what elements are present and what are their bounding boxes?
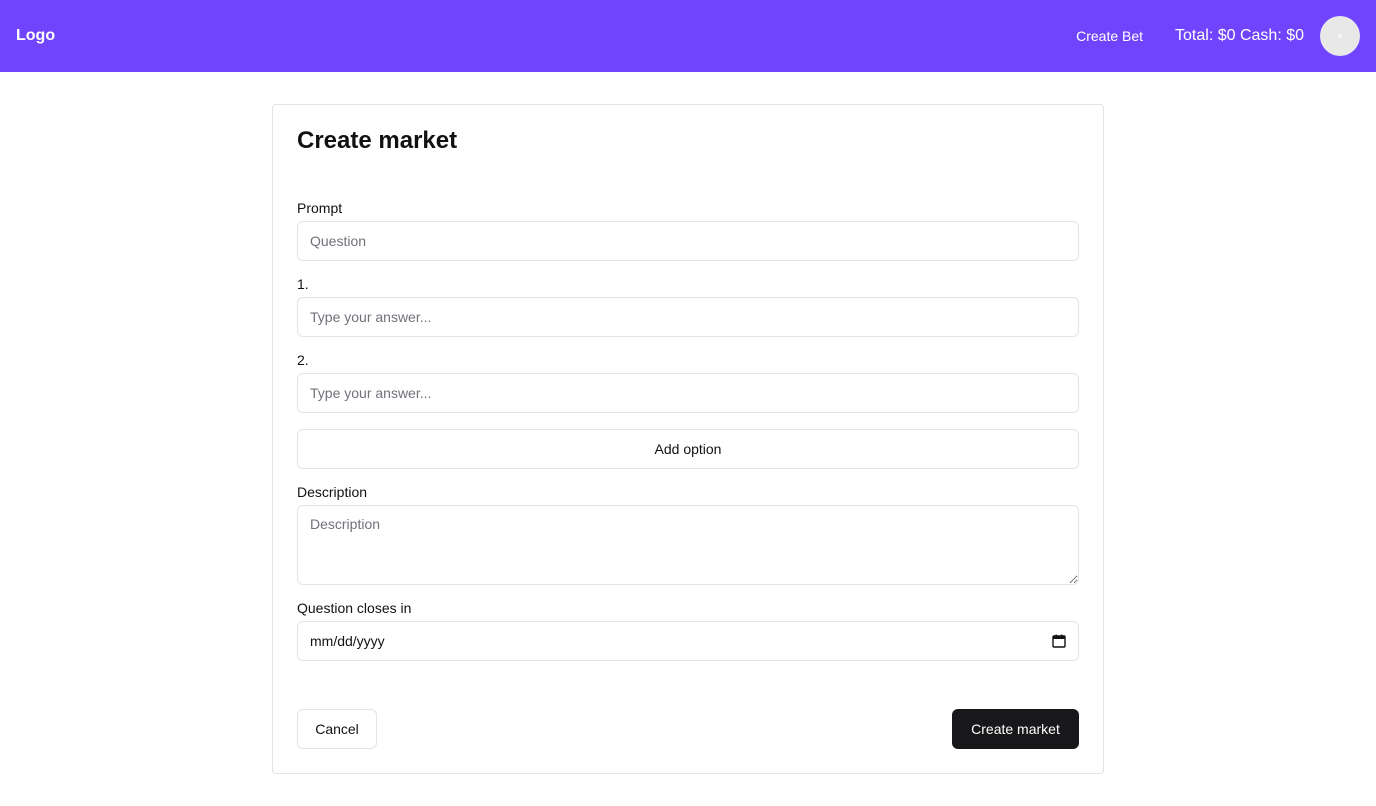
calendar-icon[interactable]: [1052, 634, 1066, 648]
description-label: Description: [297, 484, 368, 500]
prompt-label: Prompt: [297, 200, 343, 216]
option-2-input[interactable]: [297, 373, 1079, 413]
option-1-label: 1.: [297, 276, 309, 292]
top-navbar: Logo Create Bet Total: $0 Cash: $0: [0, 0, 1376, 72]
create-bet-link[interactable]: Create Bet: [1076, 28, 1143, 44]
cancel-button[interactable]: Cancel: [297, 709, 377, 749]
create-market-button[interactable]: Create market: [952, 709, 1079, 749]
avatar-button[interactable]: [1320, 16, 1360, 56]
create-market-card: Create market Prompt 1. 2. Add option De…: [272, 104, 1104, 774]
description-textarea[interactable]: [297, 505, 1079, 585]
closes-in-label: Question closes in: [297, 600, 412, 616]
add-option-button[interactable]: Add option: [297, 429, 1079, 469]
navbar-right-group: Create Bet Total: $0 Cash: $0: [1076, 16, 1360, 56]
logo-link[interactable]: Logo: [16, 27, 55, 45]
option-1-input[interactable]: [297, 297, 1079, 337]
page-title: Create market: [297, 127, 458, 154]
user-avatar-icon: [1338, 34, 1342, 38]
balance-display: Total: $0 Cash: $0: [1175, 27, 1304, 44]
option-2-label: 2.: [297, 352, 309, 368]
date-placeholder: mm/dd/yyyy: [310, 633, 385, 649]
close-date-input[interactable]: mm/dd/yyyy: [297, 621, 1079, 661]
prompt-input[interactable]: [297, 221, 1079, 261]
